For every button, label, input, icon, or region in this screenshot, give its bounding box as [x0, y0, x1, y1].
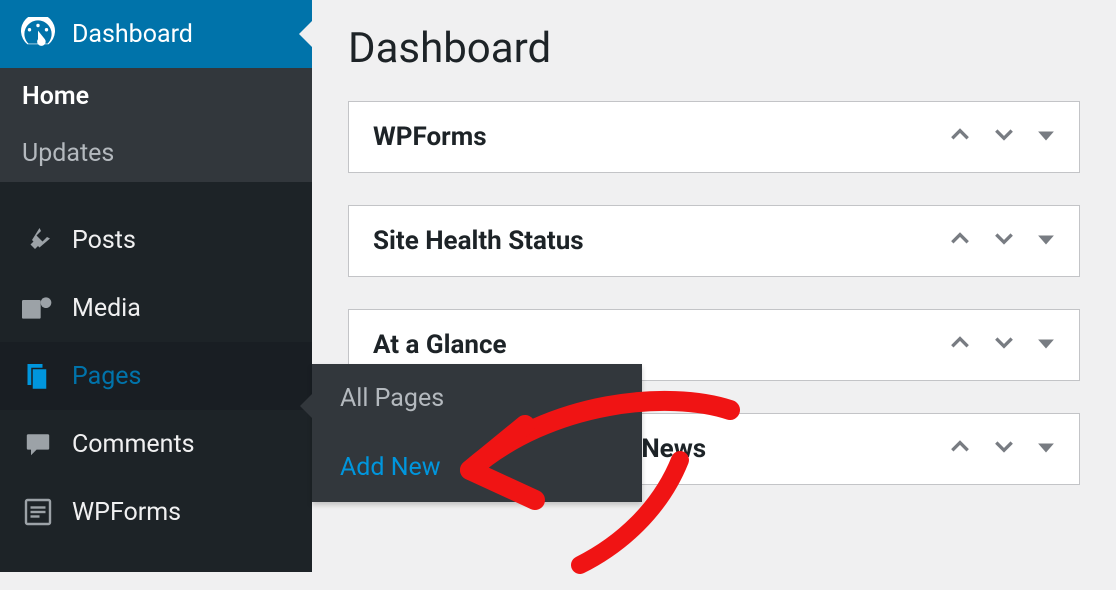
pages-flyout-submenu: All Pages Add New	[312, 364, 642, 502]
widget-title: WPForms	[373, 122, 487, 152]
media-icon	[20, 291, 56, 325]
pin-icon	[20, 223, 56, 257]
chevron-down-icon[interactable]	[993, 335, 1015, 355]
sidebar-item-comments[interactable]: Comments	[0, 410, 312, 478]
chevron-down-icon[interactable]	[993, 439, 1015, 459]
sidebar-item-label: Posts	[72, 226, 136, 255]
sidebar-item-label: Dashboard	[72, 20, 193, 49]
chevron-up-icon[interactable]	[949, 439, 971, 459]
widget-controls	[949, 231, 1055, 251]
sidebar-subitem-home[interactable]: Home	[0, 68, 312, 125]
chevron-up-icon[interactable]	[949, 127, 971, 147]
caret-down-icon[interactable]	[1037, 336, 1055, 355]
widget-controls	[949, 335, 1055, 355]
widget-title: At a Glance	[373, 330, 507, 360]
flyout-item-all-pages[interactable]: All Pages	[312, 364, 642, 433]
sidebar-item-label: Pages	[72, 362, 141, 391]
chevron-down-icon[interactable]	[993, 231, 1015, 251]
sidebar-item-dashboard[interactable]: Dashboard	[0, 0, 312, 68]
widget-wpforms: WPForms	[348, 101, 1080, 173]
sidebar-item-wpforms[interactable]: WPForms	[0, 478, 312, 546]
flyout-item-add-new[interactable]: Add New	[312, 433, 642, 502]
comments-icon	[20, 427, 56, 461]
caret-down-icon[interactable]	[1037, 232, 1055, 251]
chevron-up-icon[interactable]	[949, 335, 971, 355]
caret-down-icon[interactable]	[1037, 440, 1055, 459]
sidebar-item-posts[interactable]: Posts	[0, 206, 312, 274]
chevron-down-icon[interactable]	[993, 127, 1015, 147]
widget-title: Site Health Status	[373, 226, 584, 256]
sidebar-item-label: Comments	[72, 430, 195, 459]
chevron-up-icon[interactable]	[949, 231, 971, 251]
caret-down-icon[interactable]	[1037, 128, 1055, 147]
sidebar-item-label: WPForms	[72, 498, 181, 527]
page-title: Dashboard	[348, 24, 1080, 73]
sidebar-submenu-dashboard: Home Updates	[0, 68, 312, 182]
widget-controls	[949, 127, 1055, 147]
sidebar-item-label: Media	[72, 294, 141, 323]
widget-controls	[949, 439, 1055, 459]
form-icon	[20, 495, 56, 529]
admin-sidebar: Dashboard Home Updates Posts Media Pages…	[0, 0, 312, 572]
sidebar-item-pages[interactable]: Pages	[0, 342, 312, 410]
sidebar-item-media[interactable]: Media	[0, 274, 312, 342]
pages-icon	[20, 359, 56, 393]
sidebar-subitem-updates[interactable]: Updates	[0, 125, 312, 182]
widget-site-health: Site Health Status	[348, 205, 1080, 277]
dashboard-icon	[20, 17, 56, 51]
